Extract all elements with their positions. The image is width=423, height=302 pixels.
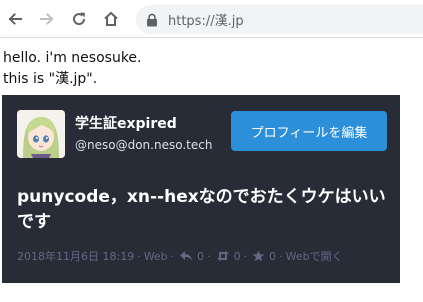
anime-avatar-icon [17, 110, 65, 158]
browser-toolbar: https://漢.jp [0, 0, 423, 38]
status-meta: 2018年11月6日 18:19 · Web · 0 · 0 · 0 · Web… [17, 248, 343, 264]
reply-icon[interactable] [179, 250, 193, 262]
forward-arrow-icon [40, 13, 54, 25]
intro-line: hello. i'm nesosuke. [3, 50, 142, 66]
meta-separator: · [243, 249, 248, 263]
meta-separator: · [207, 249, 211, 263]
avatar[interactable] [17, 110, 65, 158]
page-body: hello. i'm nesosuke. this is "漢.jp". [3, 48, 142, 90]
lock-icon [147, 13, 157, 27]
meta-separator: · [279, 249, 283, 263]
star-icon[interactable] [252, 250, 265, 262]
favourite-count: 0 [269, 249, 277, 263]
embedded-status-card: 学生証expired @neso@don.neso.tech プロフィールを編集… [2, 95, 400, 283]
meta-separator: · [137, 249, 141, 263]
home-icon [104, 11, 118, 26]
forward-button[interactable] [36, 8, 58, 30]
back-arrow-icon [8, 13, 22, 25]
display-name[interactable]: 学生証expired [75, 113, 177, 133]
visibility-label: Web [143, 249, 168, 263]
back-button[interactable] [4, 8, 26, 30]
intro-line: this is "漢.jp". [3, 71, 98, 87]
home-button[interactable] [100, 8, 122, 30]
boost-count: 0 [233, 249, 241, 263]
reply-count: 0 [197, 249, 205, 263]
status-date[interactable]: 2018年11月6日 18:19 [17, 248, 134, 264]
account-handle[interactable]: @neso@don.neso.tech [75, 138, 212, 152]
status-content: punycode，xn--hexなのでおたくウケはいいです [17, 187, 386, 232]
address-bar[interactable]: https://漢.jp [136, 5, 423, 34]
open-on-web-link[interactable]: Webで開く [286, 248, 343, 264]
reload-button[interactable] [68, 8, 90, 30]
meta-separator: · [170, 249, 175, 263]
boost-icon[interactable] [216, 250, 230, 262]
reload-icon [73, 12, 86, 26]
edit-profile-button[interactable]: プロフィールを編集 [231, 111, 387, 151]
url-text: https://漢.jp [168, 14, 244, 29]
